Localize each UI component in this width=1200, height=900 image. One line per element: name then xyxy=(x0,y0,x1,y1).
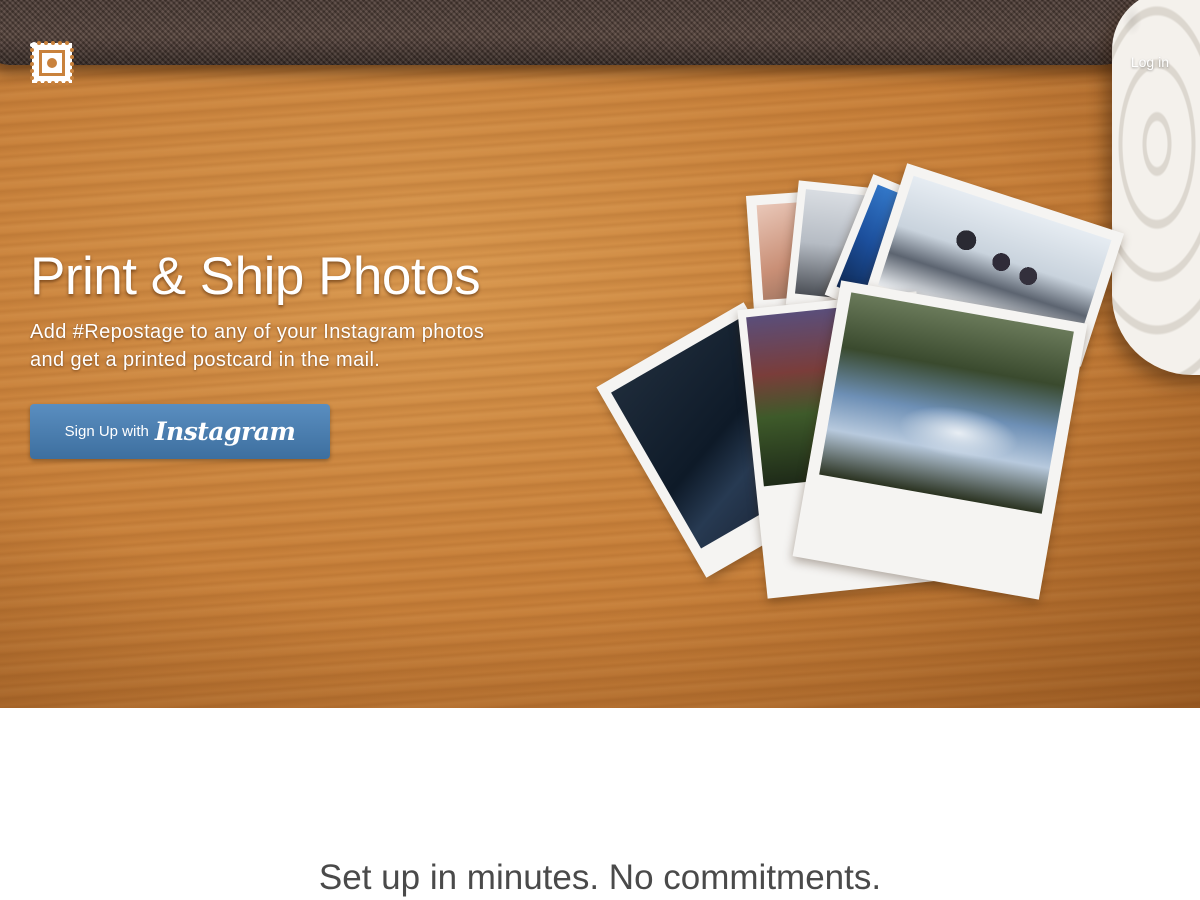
signup-button-lead: Sign Up with xyxy=(64,423,149,440)
postcard-photo xyxy=(819,292,1074,514)
stamp-logo-icon[interactable] xyxy=(30,41,74,85)
hero-subtitle-line: and get a printed postcard in the mail. xyxy=(30,349,381,371)
instagram-wordmark: Instagram xyxy=(154,417,296,446)
hero-title: Print & Ship Photos xyxy=(30,247,481,306)
signup-instagram-button[interactable]: Sign Up with Instagram xyxy=(30,404,330,459)
login-link[interactable]: Log in xyxy=(1131,54,1169,70)
hero-subtitle-line: Add #Repostage to any of your Instagram … xyxy=(30,321,485,343)
postcard xyxy=(792,280,1088,600)
section-tagline: Set up in minutes. No commitments. xyxy=(318,858,882,897)
hero-subtitle: Add #Repostage to any of your Instagram … xyxy=(30,318,570,374)
